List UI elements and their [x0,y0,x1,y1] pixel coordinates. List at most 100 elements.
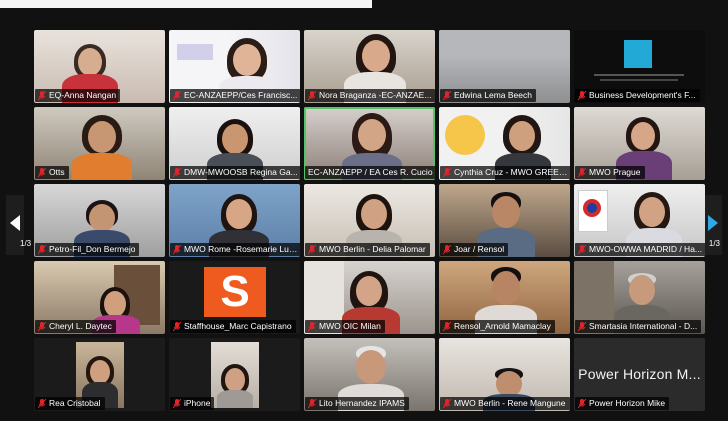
participant-tile[interactable]: MWO Berlin - Delia Palomar [304,184,435,257]
muted-mic-icon [173,167,181,177]
muted-mic-icon [38,244,46,254]
participant-tile[interactable]: Nora Braganza -EC-ANZAE... [304,30,435,103]
participant-tile[interactable]: MWO Prague [574,107,705,180]
participant-name: EQ-Anna Nangan [49,90,117,100]
participant-nameplate: Staffhouse_Marc Capistrano [170,320,296,333]
participant-nameplate: EQ-Anna Nangan [35,89,121,102]
participant-nameplate: Edwina Lema Beech [440,89,536,102]
participant-tile[interactable]: Rensol_Arnold Mamaclay [439,261,570,334]
participant-name: MWO Rome -Rosemarie Luntao [184,244,299,254]
participant-name-placeholder: Power Horizon M... [578,366,701,382]
muted-mic-icon [308,398,316,408]
participant-tile[interactable]: Power Horizon M... Power Horizon Mike [574,338,705,411]
muted-mic-icon [173,244,181,254]
muted-mic-icon [578,244,586,254]
muted-mic-icon [308,90,316,100]
participant-name: EC-ANZAEPP / EA Ces R. Cucio [308,167,433,177]
participant-nameplate: Power Horizon Mike [575,397,670,410]
video-grid: EQ-Anna Nangan EC-ANZAEPP/Ces Francisc..… [34,30,706,415]
participant-name: Rensol_Arnold Mamaclay [454,321,551,331]
participant-name: Staffhouse_Marc Capistrano [184,321,292,331]
participant-name: Power Horizon Mike [589,398,666,408]
participant-tile[interactable]: Smartasia International - D... [574,261,705,334]
participant-nameplate: Smartasia International - D... [575,320,702,333]
chevron-right-icon [708,215,718,231]
participant-nameplate: Lito Hernandez IPAMS [305,397,409,410]
participant-nameplate: Rensol_Arnold Mamaclay [440,320,555,333]
participant-nameplate: MWO Prague [575,166,645,179]
participant-tile[interactable]: Otts [34,107,165,180]
participant-name: Business Development's F... [589,90,696,100]
muted-mic-icon [38,167,46,177]
participant-tile[interactable]: Petro-Fil_Don Bermejo [34,184,165,257]
page-indicator-left: 1/3 [20,239,32,248]
muted-mic-icon [308,321,316,331]
participant-tile[interactable]: MWO OIC Milan [304,261,435,334]
participant-nameplate: MWO OIC Milan [305,320,385,333]
muted-mic-icon [38,90,46,100]
seal-logo [578,190,608,232]
participant-nameplate: Cynthia Cruz - MWO GREECE [440,166,570,179]
muted-mic-icon [578,398,586,408]
participant-tile[interactable]: Lito Hernandez IPAMS [304,338,435,411]
muted-mic-icon [443,90,451,100]
participant-tile[interactable]: MWO Rome -Rosemarie Luntao [169,184,300,257]
participant-tile[interactable]: Cheryl L. Daytec [34,261,165,334]
page-indicator-right: 1/3 [708,239,720,248]
muted-mic-icon [578,321,586,331]
participant-tile[interactable]: S Staffhouse_Marc Capistrano [169,261,300,334]
staffhouse-logo: S [204,267,266,317]
screen-share-thumbnail [624,40,652,68]
participant-name: MWO-OWWA MADRID / Ha... [589,244,703,254]
participant-nameplate: Business Development's F... [575,89,700,102]
participant-nameplate: MWO Berlin - Delia Palomar [305,243,430,256]
participant-name: Joar / Rensol [454,244,505,254]
participant-nameplate: Petro-Fil_Don Bermejo [35,243,140,256]
participant-name: Edwina Lema Beech [454,90,532,100]
participant-name: MWO Berlin - Rene Mangune [454,398,566,408]
muted-mic-icon [443,321,451,331]
muted-mic-icon [38,398,46,408]
participant-nameplate: Nora Braganza -EC-ANZAE... [305,89,435,102]
participant-name: Cynthia Cruz - MWO GREECE [454,167,569,177]
participant-tile-active-speaker[interactable]: EC-ANZAEPP / EA Ces R. Cucio [304,107,435,180]
participant-name: DMW-MWOOSB Regina Ga... [184,167,298,177]
sun-flag-graphic [445,115,485,155]
participant-tile[interactable]: Rea Cristobal [34,338,165,411]
participant-name: MWO OIC Milan [319,321,381,331]
participant-tile[interactable]: DMW-MWOOSB Regina Ga... [169,107,300,180]
participant-name: Petro-Fil_Don Bermejo [49,244,136,254]
participant-tile[interactable]: MWO Berlin - Rene Mangune [439,338,570,411]
participant-nameplate: EC-ANZAEPP / EA Ces R. Cucio [305,166,435,179]
participant-tile[interactable]: Cynthia Cruz - MWO GREECE [439,107,570,180]
muted-mic-icon [578,167,586,177]
participant-nameplate: DMW-MWOOSB Regina Ga... [170,166,300,179]
participant-tile[interactable]: Edwina Lema Beech [439,30,570,103]
muted-mic-icon [38,321,46,331]
participant-name: Smartasia International - D... [589,321,698,331]
participant-tile[interactable]: EC-ANZAEPP/Ces Francisc... [169,30,300,103]
muted-mic-icon [173,321,181,331]
muted-mic-icon [443,244,451,254]
participant-tile[interactable]: Joar / Rensol [439,184,570,257]
muted-mic-icon [443,167,451,177]
chevron-left-icon [10,215,20,231]
participant-nameplate: EC-ANZAEPP/Ces Francisc... [170,89,300,102]
participant-nameplate: Rea Cristobal [35,397,105,410]
participant-nameplate: Cheryl L. Daytec [35,320,116,333]
participant-tile[interactable]: MWO-OWWA MADRID / Ha... [574,184,705,257]
muted-mic-icon [443,398,451,408]
logo-graphic [177,44,213,60]
participant-tile[interactable]: Business Development's F... [574,30,705,103]
participant-nameplate: MWO Berlin - Rene Mangune [440,397,570,410]
participant-nameplate: MWO Rome -Rosemarie Luntao [170,243,300,256]
participant-name: Otts [49,167,65,177]
participant-name: iPhone [184,398,211,408]
muted-mic-icon [173,398,181,408]
participant-tile[interactable]: EQ-Anna Nangan [34,30,165,103]
muted-mic-icon [578,90,586,100]
muted-mic-icon [173,90,181,100]
top-bar [0,0,372,8]
participant-nameplate: Otts [35,166,69,179]
participant-tile[interactable]: iPhone [169,338,300,411]
